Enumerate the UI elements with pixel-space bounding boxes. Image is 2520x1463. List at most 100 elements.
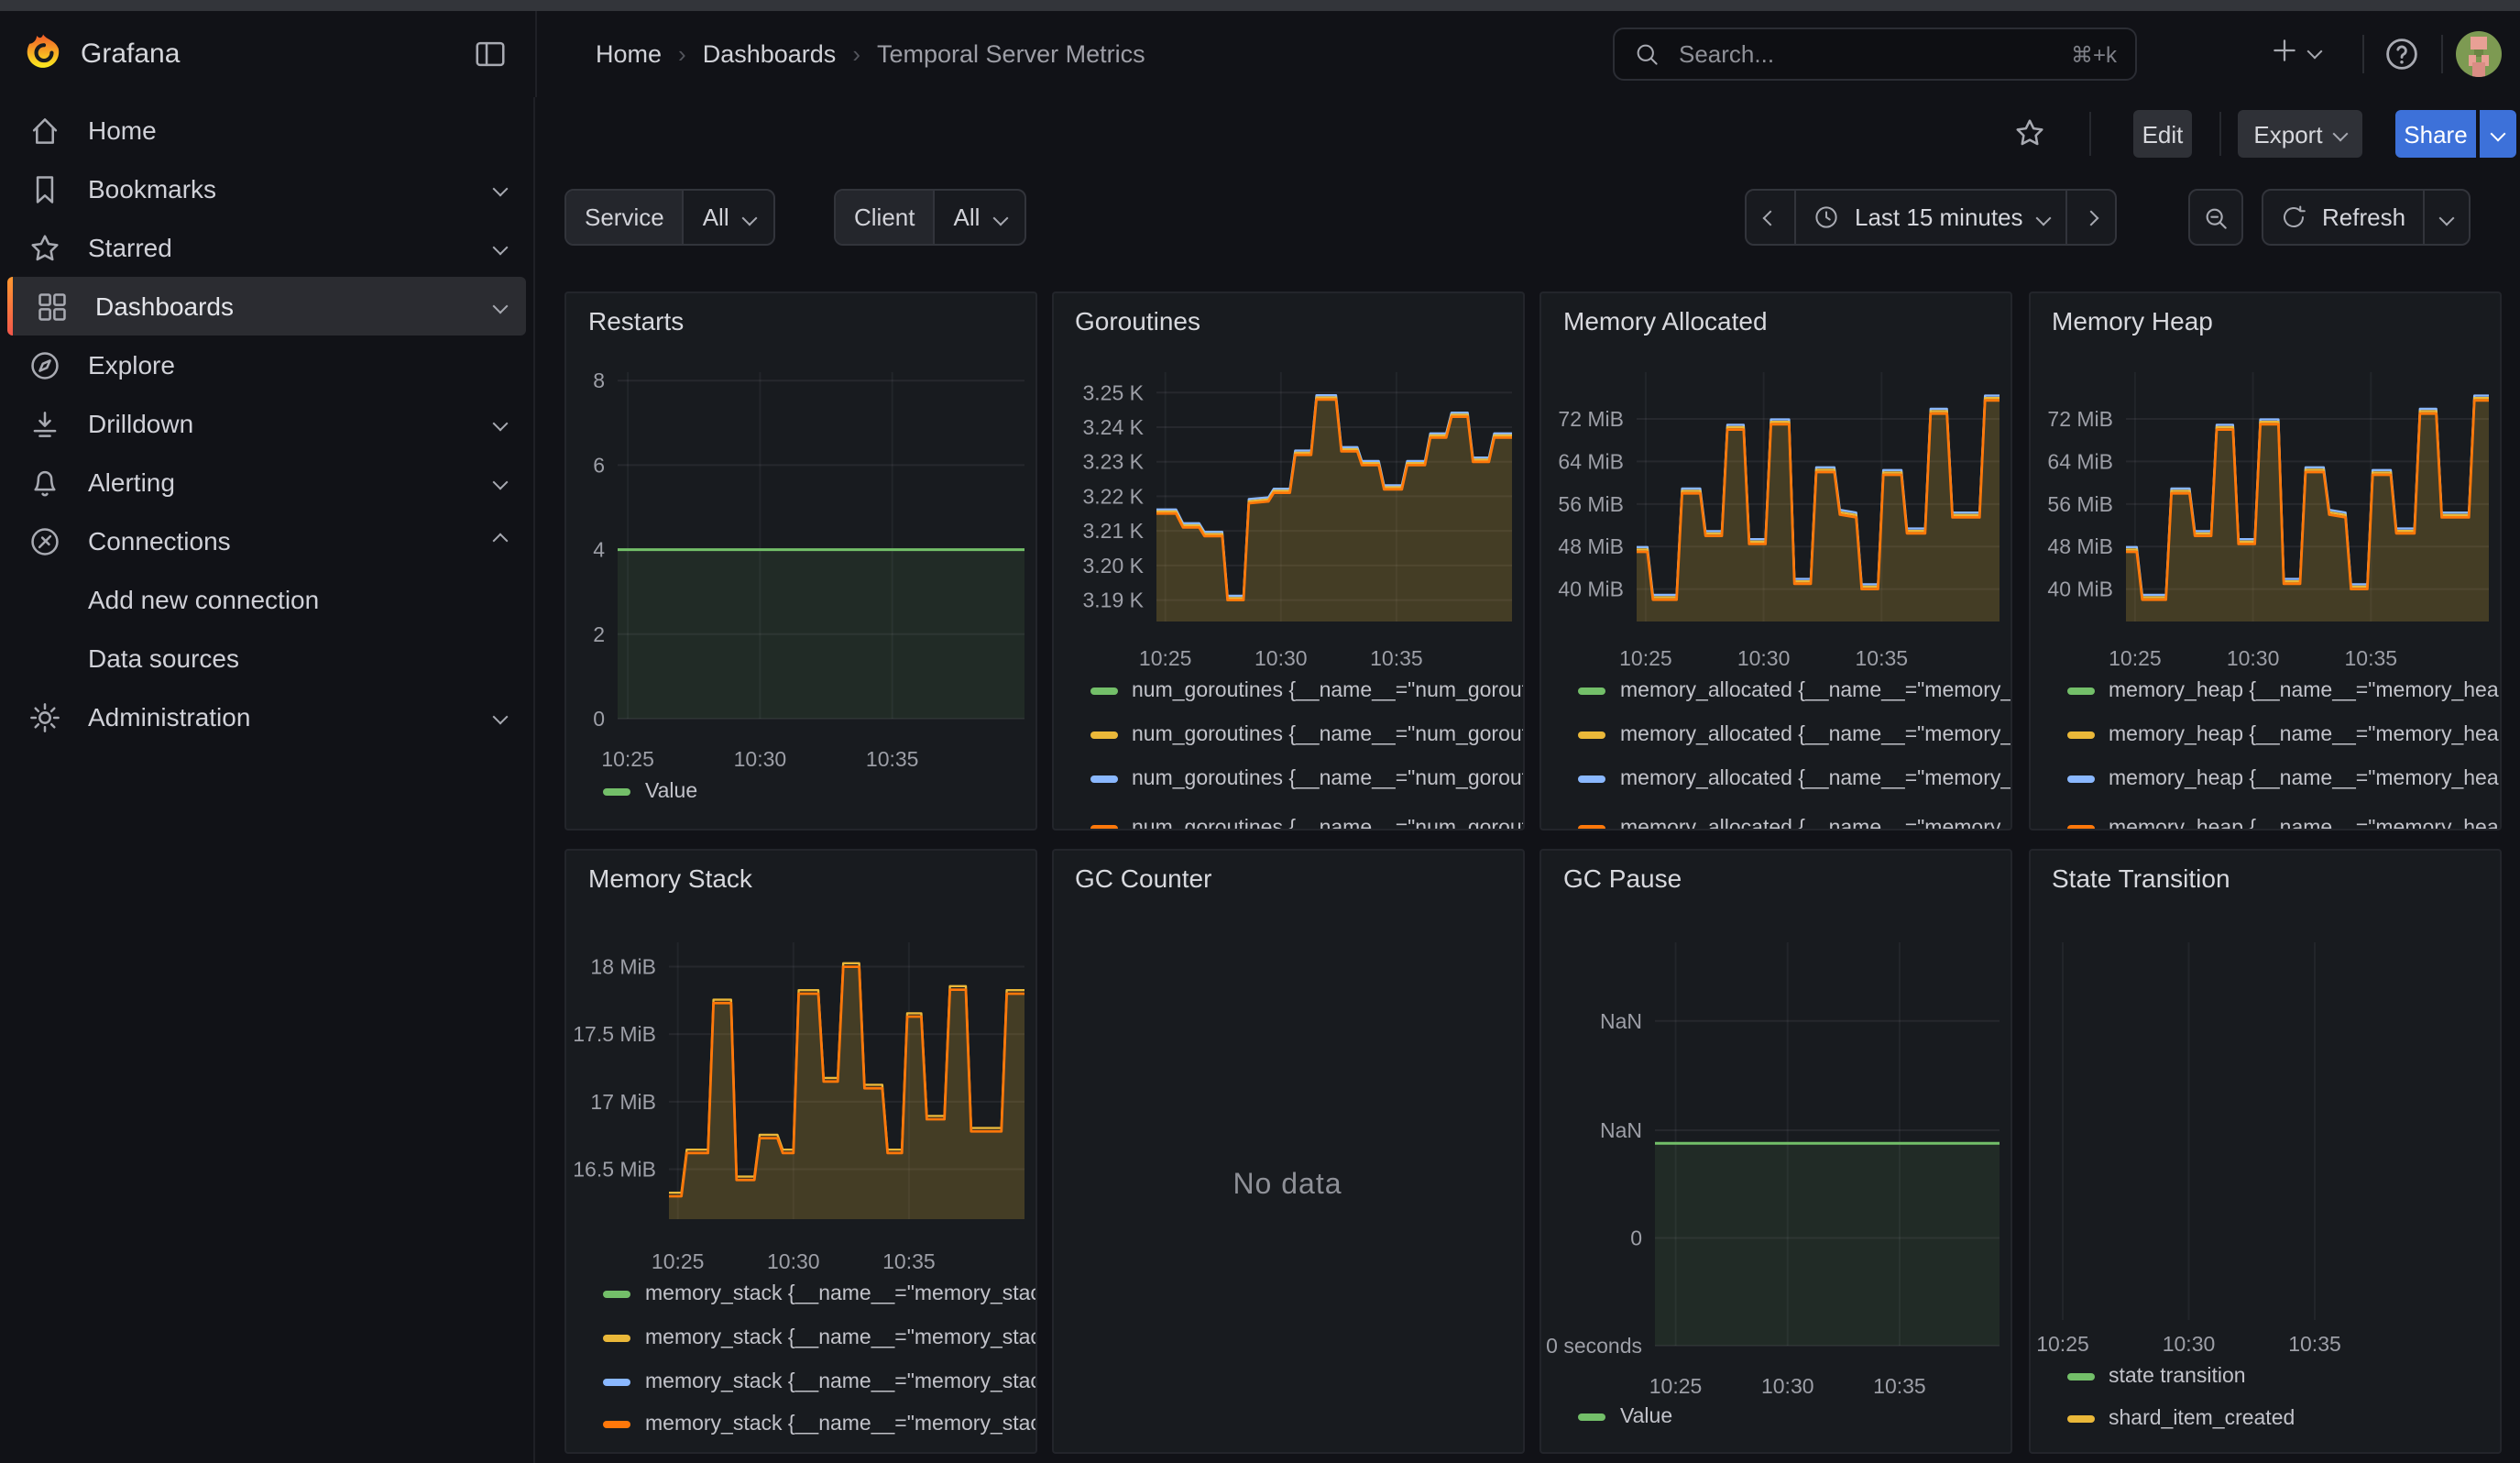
timeseries-chart[interactable]: NaNNaN00 seconds10:2510:3010:35: [1541, 851, 2011, 1454]
sidebar-item-administration[interactable]: Administration: [0, 688, 533, 746]
sidebar-item-label: Starred: [88, 233, 172, 262]
svg-text:2: 2: [593, 622, 605, 646]
breadcrumb-dashboards[interactable]: Dashboards: [703, 40, 837, 68]
breadcrumb-home[interactable]: Home: [596, 40, 662, 68]
legend-item: shard_item_created: [2066, 1404, 2499, 1434]
legend-series-label[interactable]: num_goroutines {__name__="num_goroutines…: [1132, 680, 1522, 702]
legend-series-label[interactable]: num_goroutines {__name__="num_goroutines…: [1132, 724, 1522, 746]
timeseries-chart[interactable]: 40 MiB48 MiB56 MiB64 MiB72 MiB10:2510:30…: [2030, 293, 2499, 830]
legend-series-label[interactable]: memory_heap {__name__="memory_heap": [2109, 680, 2499, 702]
user-avatar[interactable]: [2456, 31, 2502, 77]
edit-button-label: Edit: [2142, 120, 2184, 148]
refresh-button[interactable]: Refresh: [2263, 191, 2424, 244]
svg-text:8: 8: [593, 368, 605, 392]
svg-text:10:25: 10:25: [1619, 646, 1672, 670]
panel-gc-pause: GC PauseNaNNaN00 seconds10:2510:3010:35V…: [1539, 849, 2012, 1454]
add-new-button[interactable]: [2269, 35, 2320, 66]
chevron-down-icon[interactable]: [493, 182, 509, 197]
toolbar-divider: [2219, 112, 2221, 156]
sidebar-item-data-sources[interactable]: Data sources: [0, 629, 533, 688]
legend-series-label[interactable]: num_goroutines {__name__="num_goroutines…: [1132, 768, 1522, 790]
svg-text:4: 4: [593, 538, 605, 562]
refresh-interval-button[interactable]: [2424, 191, 2468, 244]
legend-series-label[interactable]: memory_stack {__name__="memory_stack": [645, 1371, 1035, 1393]
legend-series-dash: [603, 1379, 630, 1386]
timeseries-chart[interactable]: 0246810:2510:3010:35: [566, 293, 1035, 830]
sidebar-item-bookmarks[interactable]: Bookmarks: [0, 160, 533, 218]
svg-text:10:35: 10:35: [1369, 646, 1422, 670]
legend-series-label[interactable]: memory_stack {__name__="memory_stack": [645, 1327, 1035, 1349]
svg-text:40 MiB: 40 MiB: [1558, 578, 1624, 601]
client-variable-dropdown[interactable]: Client All: [834, 189, 1025, 246]
clock-icon: [1813, 204, 1840, 231]
legend-series-label[interactable]: num_goroutines {__name__="num_goroutines…: [1132, 818, 1522, 830]
dock-sidebar-icon[interactable]: [473, 37, 508, 72]
legend-series-label[interactable]: memory_allocated {__name__="memory_alloc…: [1620, 768, 2011, 790]
time-shift-forward-button[interactable]: [2067, 191, 2115, 244]
legend-series-label[interactable]: state transition: [2109, 1366, 2246, 1388]
svg-text:17 MiB: 17 MiB: [590, 1090, 656, 1114]
legend-series-label[interactable]: shard_item_created: [2109, 1408, 2295, 1430]
legend-series-label[interactable]: Value: [645, 781, 697, 803]
timeseries-chart[interactable]: 40 MiB48 MiB56 MiB64 MiB72 MiB10:2510:30…: [1541, 293, 2011, 830]
chevron-down-icon[interactable]: [493, 416, 509, 432]
sidebar-item-home[interactable]: Home: [0, 101, 533, 160]
dashboard-canvas: Service All Client All Last 15 minutes: [535, 170, 2520, 1463]
edit-button[interactable]: Edit: [2133, 110, 2192, 158]
zoom-out-button[interactable]: [2190, 191, 2241, 244]
time-shift-back-button[interactable]: [1747, 191, 1796, 244]
svg-text:64 MiB: 64 MiB: [2046, 449, 2112, 473]
time-range-controls: Last 15 minutes: [1745, 189, 2117, 246]
legend-series-label[interactable]: memory_heap {__name__="memory_heap": [2109, 818, 2499, 830]
legend-series-dash: [2066, 732, 2094, 739]
chevron-down-icon[interactable]: [493, 710, 509, 725]
legend-series-label[interactable]: memory_allocated {__name__="memory_alloc…: [1620, 680, 2011, 702]
chevron-down-icon[interactable]: [493, 240, 509, 256]
refresh-button-label: Refresh: [2322, 204, 2405, 231]
help-icon[interactable]: [2383, 35, 2421, 73]
legend-series-label[interactable]: memory_allocated {__name__="memory_alloc…: [1620, 724, 2011, 746]
client-variable-value: All: [954, 204, 981, 231]
legend-series-label[interactable]: memory_heap {__name__="memory_heap": [2109, 724, 2499, 746]
legend-series-label[interactable]: memory_heap {__name__="memory_heap": [2109, 768, 2499, 790]
search-input[interactable]: [1675, 38, 2056, 70]
export-button[interactable]: Export: [2238, 110, 2362, 158]
chevron-down-icon[interactable]: [493, 299, 509, 314]
grafana-logo-icon[interactable]: [24, 33, 64, 73]
timeseries-chart[interactable]: 16.5 MiB17 MiB17.5 MiB18 MiB10:2510:3010…: [566, 851, 1035, 1454]
sidebar-item-starred[interactable]: Starred: [0, 218, 533, 277]
chevron-down-icon: [2490, 126, 2505, 142]
panel-title[interactable]: GC Counter: [1075, 864, 1211, 893]
share-menu-button[interactable]: [2479, 110, 2515, 158]
star-icon: [26, 230, 62, 265]
legend-series-dash: [1578, 688, 1605, 695]
time-range-picker[interactable]: Last 15 minutes: [1796, 191, 2067, 244]
sidebar-item-alerting[interactable]: Alerting: [0, 453, 533, 512]
sidebar-item-drilldown[interactable]: Drilldown: [0, 394, 533, 453]
legend-series-dash: [1090, 688, 1117, 695]
legend-item: memory_stack {__name__="memory_stack": [603, 1324, 1035, 1353]
legend-series-dash: [603, 1291, 630, 1298]
search-box[interactable]: ⌘+k: [1613, 28, 2137, 81]
service-variable-dropdown[interactable]: Service All: [564, 189, 775, 246]
chevron-down-icon[interactable]: [493, 475, 509, 490]
sidebar-item-dashboards[interactable]: Dashboards: [7, 277, 526, 336]
legend-series-label[interactable]: memory_stack {__name__="memory_stack": [645, 1283, 1035, 1305]
sidebar-item-connections[interactable]: Connections: [0, 512, 533, 570]
timeseries-chart[interactable]: 3.19 K3.20 K3.21 K3.22 K3.23 K3.24 K3.25…: [1053, 293, 1522, 830]
svg-text:48 MiB: 48 MiB: [1558, 534, 1624, 558]
legend-series-label[interactable]: memory_allocated {__name__="memory_alloc…: [1620, 818, 2011, 830]
legend-series-label[interactable]: Value: [1620, 1406, 1672, 1428]
sidebar-item-explore[interactable]: Explore: [0, 336, 533, 394]
sidebar-item-add-new-connection[interactable]: Add new connection: [0, 570, 533, 629]
share-button[interactable]: Share: [2395, 110, 2476, 158]
legend-series-label[interactable]: memory_stack {__name__="memory_stack": [645, 1414, 1035, 1436]
export-button-label: Export: [2253, 120, 2322, 148]
chevron-down-icon: [2307, 43, 2323, 59]
chevron-up-icon[interactable]: [493, 534, 509, 549]
star-dashboard-icon[interactable]: [2012, 116, 2047, 150]
svg-text:3.19 K: 3.19 K: [1082, 588, 1144, 612]
home-icon: [26, 113, 62, 148]
svg-text:10:25: 10:25: [1138, 646, 1191, 670]
legend-series-dash: [603, 788, 630, 796]
